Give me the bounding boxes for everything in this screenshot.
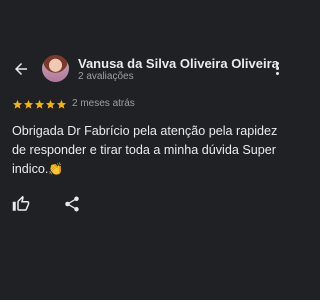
review-text: Obrigada Dr Fabrício pela atenção pela r… [12, 122, 292, 179]
more-options-button[interactable] [269, 56, 285, 80]
clapping-hands-emoji: 👏 [48, 162, 64, 176]
star-icon [34, 99, 45, 109]
like-button[interactable] [12, 195, 30, 213]
star-rating [12, 99, 67, 110]
review-date: 2 meses atrás [72, 98, 135, 109]
star-icon [45, 99, 56, 109]
arrow-back-icon [15, 63, 27, 75]
star-icon [23, 99, 34, 109]
share-button[interactable] [63, 195, 81, 213]
avatar[interactable] [42, 55, 69, 82]
back-button[interactable] [9, 57, 33, 81]
thumb-up-icon [12, 195, 30, 211]
reviewer-name[interactable]: Vanusa da Silva Oliveira Oliveira [78, 56, 279, 71]
more-vert-icon [275, 61, 279, 65]
review-count: 2 avaliações [78, 71, 134, 82]
star-icon [12, 99, 23, 109]
star-icon [56, 99, 67, 109]
share-icon [65, 196, 79, 212]
